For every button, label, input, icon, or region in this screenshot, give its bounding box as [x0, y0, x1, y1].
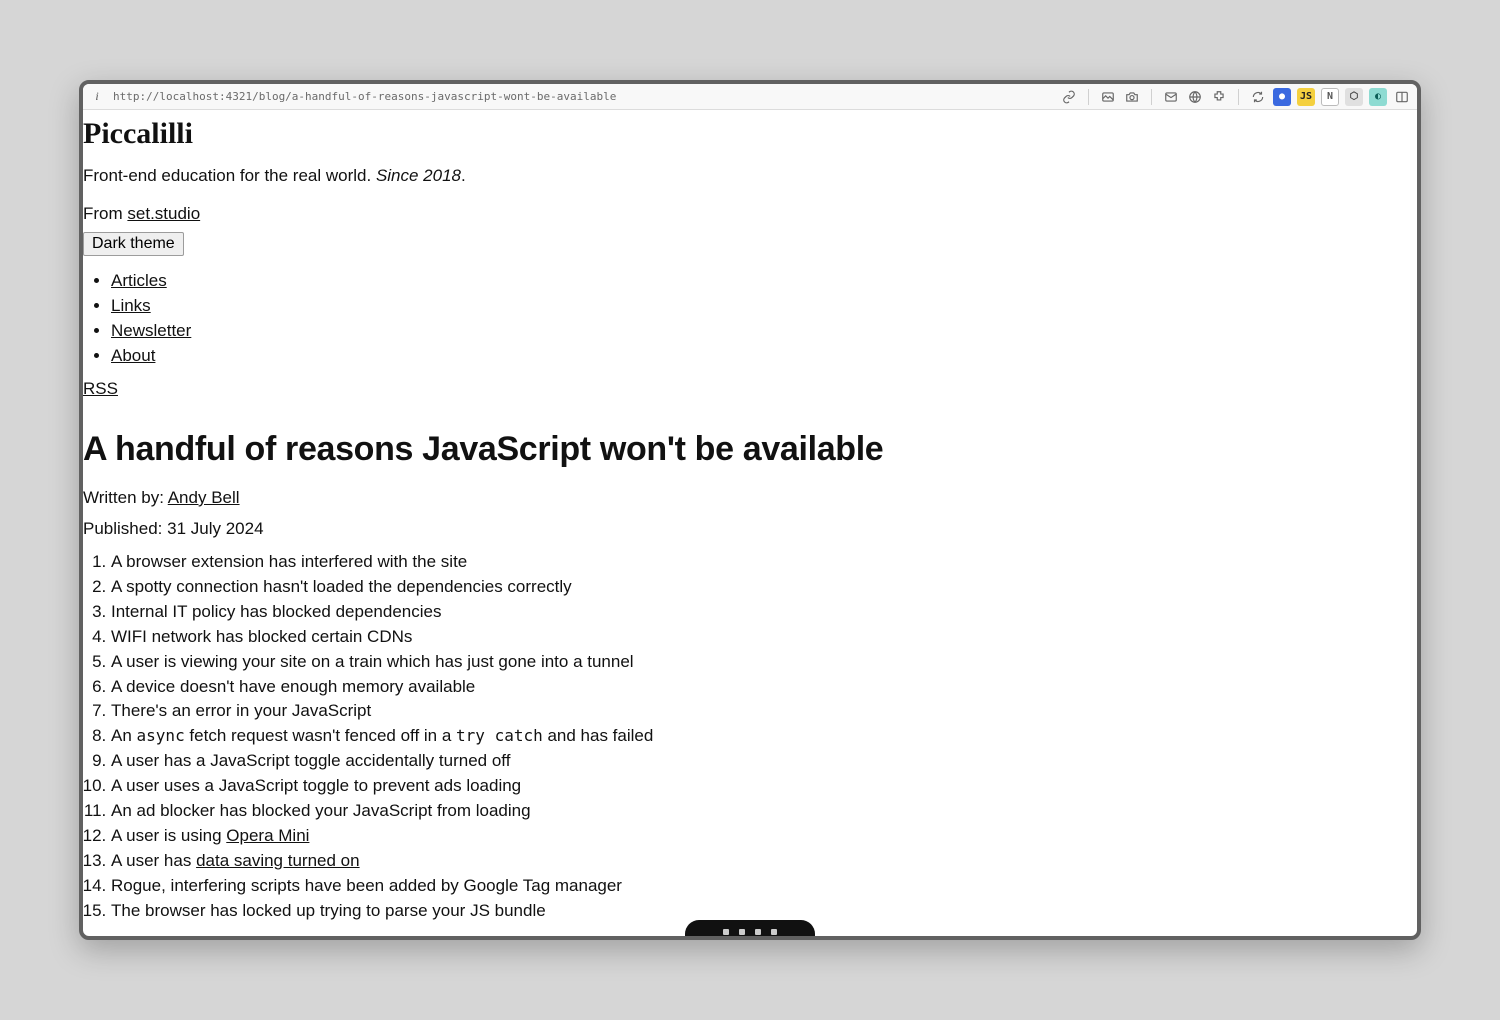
opera-mini-link[interactable]: Opera Mini — [226, 826, 309, 845]
byline: Written by: Andy Bell — [83, 487, 1417, 510]
li-text: A user is using — [111, 826, 226, 845]
browser-titlebar: i http://localhost:4321/blog/a-handful-o… — [83, 84, 1417, 110]
tagline-text: Front-end education for the real world. — [83, 166, 376, 185]
data-saving-link[interactable]: data saving turned on — [196, 851, 360, 870]
code-async: async — [137, 726, 185, 745]
byline-prefix: Written by: — [83, 488, 168, 507]
from-prefix: From — [83, 204, 127, 223]
li-text: A user has — [111, 851, 196, 870]
address-bar[interactable]: http://localhost:4321/blog/a-handful-of-… — [113, 90, 616, 103]
nav-link-links[interactable]: Links — [111, 296, 151, 315]
nav-link-articles[interactable]: Articles — [111, 271, 167, 290]
nav-link-about[interactable]: About — [111, 346, 155, 365]
camera-icon[interactable] — [1123, 88, 1141, 106]
reasons-list: A browser extension has interfered with … — [83, 551, 1417, 923]
tagline-since: Since 2018 — [376, 166, 461, 185]
browser-window: i http://localhost:4321/blog/a-handful-o… — [79, 80, 1421, 940]
published-prefix: Published: — [83, 519, 167, 538]
globe-icon[interactable] — [1186, 88, 1204, 106]
nav-item-articles: Articles — [111, 270, 1417, 293]
ext-badge-5[interactable]: ◐ — [1369, 88, 1387, 106]
nav-item-links: Links — [111, 295, 1417, 318]
theme-toggle-button[interactable]: Dark theme — [83, 232, 184, 256]
nav-link-newsletter[interactable]: Newsletter — [111, 321, 191, 340]
page-content: Piccalilli Front-end education for the r… — [83, 110, 1417, 936]
dock-peek — [685, 920, 815, 940]
toolbar-icons: ● JS N ⬡ ◐ — [1060, 88, 1411, 106]
rss-link[interactable]: RSS — [83, 379, 118, 398]
published-line: Published: 31 July 2024 — [83, 518, 1417, 541]
primary-nav: Articles Links Newsletter About — [83, 270, 1417, 368]
code-trycatch: try catch — [456, 726, 543, 745]
site-tagline: Front-end education for the real world. … — [83, 165, 1417, 188]
author-link[interactable]: Andy Bell — [168, 488, 240, 507]
rss-line: RSS — [83, 378, 1417, 401]
ext-badge-2[interactable]: JS — [1297, 88, 1315, 106]
panel-toggle-icon[interactable] — [1393, 88, 1411, 106]
link-icon[interactable] — [1060, 88, 1078, 106]
list-item: A user has a JavaScript toggle accidenta… — [111, 750, 1417, 773]
ext-badge-3[interactable]: N — [1321, 88, 1339, 106]
picture-icon[interactable] — [1099, 88, 1117, 106]
sync-icon[interactable] — [1249, 88, 1267, 106]
list-item: There's an error in your JavaScript — [111, 700, 1417, 723]
site-info-icon[interactable]: i — [89, 89, 105, 105]
tagline-suffix: . — [461, 166, 466, 185]
from-line: From set.studio — [83, 203, 1417, 226]
list-item: A user is using Opera Mini — [111, 825, 1417, 848]
list-item: A user is viewing your site on a train w… — [111, 651, 1417, 674]
nav-item-newsletter: Newsletter — [111, 320, 1417, 343]
list-item: An ad blocker has blocked your JavaScrip… — [111, 800, 1417, 823]
list-item: Rogue, interfering scripts have been add… — [111, 875, 1417, 898]
list-item: A spotty connection hasn't loaded the de… — [111, 576, 1417, 599]
list-item: A browser extension has interfered with … — [111, 551, 1417, 574]
list-item: An async fetch request wasn't fenced off… — [111, 725, 1417, 748]
list-item: A device doesn't have enough memory avai… — [111, 676, 1417, 699]
ext-badge-1[interactable]: ● — [1273, 88, 1291, 106]
li-text: An — [111, 726, 137, 745]
published-date: 31 July 2024 — [167, 519, 263, 538]
from-link[interactable]: set.studio — [127, 204, 200, 223]
list-item: A user uses a JavaScript toggle to preve… — [111, 775, 1417, 798]
li-text: fetch request wasn't fenced off in a — [185, 726, 456, 745]
list-item: WIFI network has blocked certain CDNs — [111, 626, 1417, 649]
extension-icon[interactable] — [1210, 88, 1228, 106]
list-item: A user has data saving turned on — [111, 850, 1417, 873]
ext-badge-4[interactable]: ⬡ — [1345, 88, 1363, 106]
mail-icon[interactable] — [1162, 88, 1180, 106]
nav-item-about: About — [111, 345, 1417, 368]
li-text: and has failed — [543, 726, 654, 745]
list-item: Internal IT policy has blocked dependenc… — [111, 601, 1417, 624]
article-title: A handful of reasons JavaScript won't be… — [83, 427, 1417, 473]
site-brand[interactable]: Piccalilli — [83, 114, 1417, 155]
